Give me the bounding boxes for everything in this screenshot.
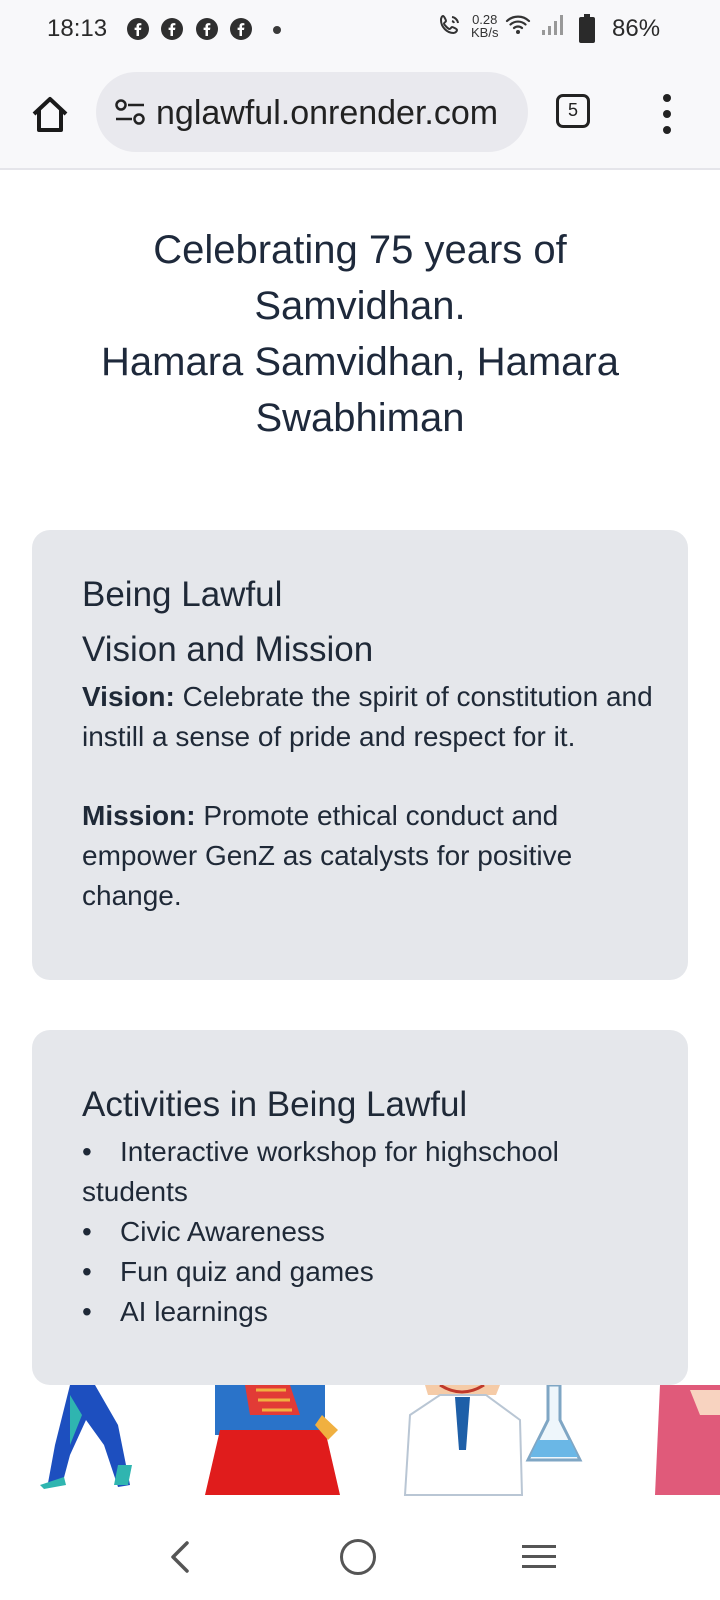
dancer-illustration bbox=[40, 1385, 132, 1489]
facebook-icon bbox=[230, 18, 252, 40]
battery-icon bbox=[579, 14, 595, 43]
illustrations-strip bbox=[0, 1385, 720, 1515]
wifi-icon bbox=[505, 15, 531, 34]
status-time: 18:13 bbox=[47, 15, 108, 42]
site-settings-icon[interactable] bbox=[114, 98, 146, 126]
facebook-icon bbox=[127, 18, 149, 40]
activities-card: Activities in Being Lawful • Interactive … bbox=[32, 1030, 688, 1385]
vision-mission-card: Being Lawful Vision and Mission Vision: … bbox=[32, 530, 688, 980]
overflow-menu-icon[interactable] bbox=[660, 94, 674, 134]
list-item-text: Fun quiz and games bbox=[120, 1256, 374, 1287]
mission-label: Mission: bbox=[82, 800, 196, 831]
home-icon[interactable] bbox=[28, 92, 72, 136]
scientist-illustration bbox=[403, 1385, 583, 1496]
heading-line: Samvidhan. bbox=[254, 284, 466, 328]
card-title: Being Lawful bbox=[82, 575, 283, 614]
facebook-icon bbox=[161, 18, 183, 40]
network-speed: 0.28 KB/s bbox=[471, 13, 498, 39]
vision-paragraph: Vision: Celebrate the spirit of constitu… bbox=[82, 677, 657, 757]
heading-line: Hamara Samvidhan, Hamara bbox=[101, 340, 619, 384]
tab-count: 5 bbox=[567, 100, 578, 120]
browser-toolbar: nglawful.onrender.com 5 bbox=[0, 60, 720, 170]
battery-percent: 86% bbox=[612, 15, 661, 42]
mission-paragraph: Mission: Promote ethical conduct and emp… bbox=[82, 796, 657, 916]
more-notifications-dot-icon bbox=[273, 26, 281, 34]
facebook-icon bbox=[196, 18, 218, 40]
network-speed-unit: KB/s bbox=[471, 25, 499, 40]
address-bar[interactable]: nglawful.onrender.com bbox=[96, 72, 528, 152]
tab-switcher-button[interactable]: 5 bbox=[556, 94, 590, 128]
system-navigation-bar bbox=[0, 1515, 720, 1600]
list-item-text: Interactive workshop for highschool stud… bbox=[82, 1136, 559, 1207]
list-item: • AI learnings bbox=[82, 1296, 268, 1327]
card-subtitle: Vision and Mission bbox=[82, 630, 374, 669]
page-heading: Celebrating 75 years of Samvidhan. Hamar… bbox=[60, 222, 660, 446]
list-item-text: Civic Awareness bbox=[120, 1216, 325, 1247]
home-button-icon[interactable] bbox=[340, 1539, 376, 1575]
call-wifi-icon bbox=[439, 14, 459, 35]
girl-illustration bbox=[655, 1385, 720, 1495]
activities-list: • Interactive workshop for highschool stu… bbox=[82, 1132, 642, 1332]
cell-signal-icon bbox=[542, 15, 563, 35]
vision-label: Vision: bbox=[82, 681, 175, 712]
list-item-text: AI learnings bbox=[120, 1296, 268, 1327]
woman-illustration bbox=[205, 1385, 340, 1495]
list-item: • Interactive workshop for highschool stu… bbox=[82, 1136, 559, 1207]
recent-apps-icon[interactable] bbox=[522, 1541, 556, 1573]
status-bar: 18:13 0.28 KB/s 86% bbox=[0, 0, 720, 60]
heading-line: Celebrating 75 years of bbox=[153, 228, 567, 272]
list-item: • Civic Awareness bbox=[82, 1216, 325, 1247]
back-icon[interactable] bbox=[165, 1537, 195, 1577]
heading-line: Swabhiman bbox=[255, 396, 465, 440]
card-title: Activities in Being Lawful bbox=[82, 1085, 468, 1124]
list-item: • Fun quiz and games bbox=[82, 1256, 374, 1287]
url-text[interactable]: nglawful.onrender.com bbox=[156, 94, 498, 133]
